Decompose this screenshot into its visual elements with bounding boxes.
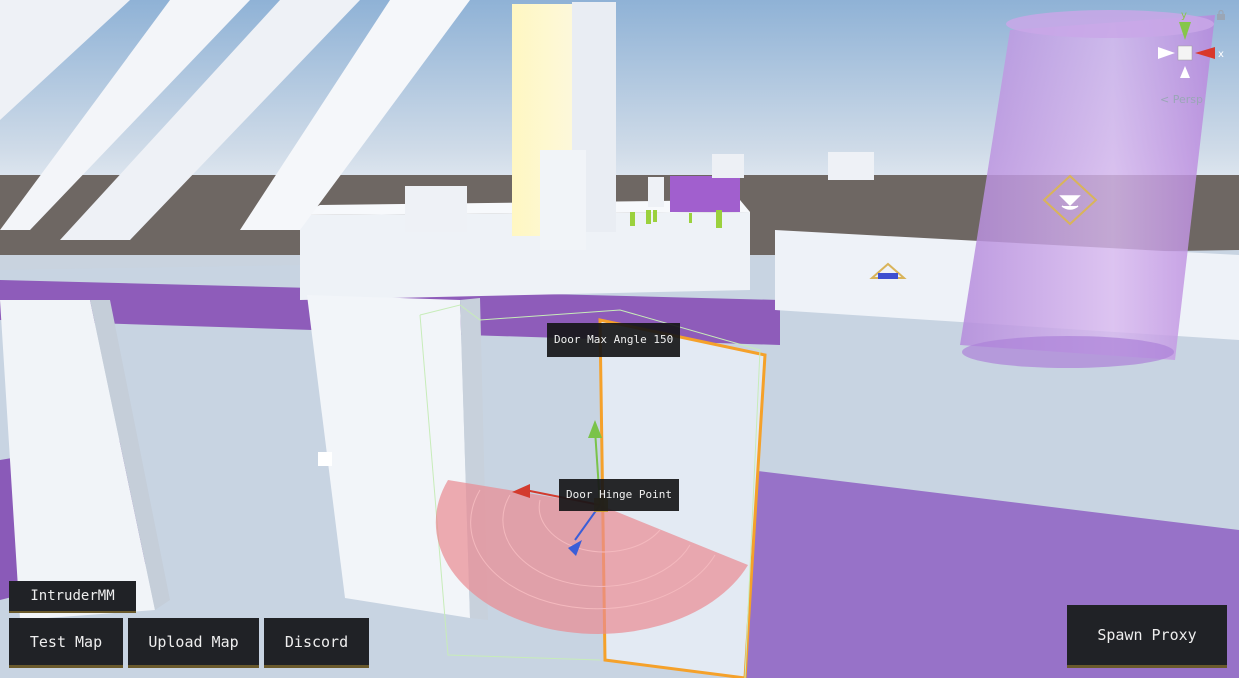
purple-crate: [670, 176, 740, 212]
green-prop: [689, 213, 692, 223]
projection-toggle[interactable]: < Persp: [1160, 93, 1203, 106]
crate: [405, 186, 467, 232]
map-name-label: IntruderMM: [9, 581, 136, 613]
wall-handle: [318, 452, 332, 466]
test-map-button[interactable]: Test Map: [9, 618, 123, 668]
spawn-cylinder-bottom: [962, 336, 1174, 368]
discord-button[interactable]: Discord: [264, 618, 369, 668]
crate: [828, 152, 874, 180]
green-prop: [630, 212, 635, 226]
green-prop: [653, 210, 657, 222]
spawn-proxy-button[interactable]: Spawn Proxy: [1067, 605, 1227, 668]
gizmo-x-label: x: [1218, 49, 1224, 60]
hinge-tooltip: Door Hinge Point: [559, 479, 679, 511]
crate: [712, 154, 744, 178]
white-block: [540, 150, 586, 250]
upload-map-button[interactable]: Upload Map: [128, 618, 259, 668]
green-prop: [716, 210, 722, 228]
spawn-marker-base: [878, 273, 898, 279]
green-prop: [646, 210, 651, 224]
gizmo-cube: [1177, 45, 1193, 61]
lock-icon[interactable]: [1216, 10, 1226, 20]
max-angle-tooltip: Door Max Angle 150: [547, 323, 681, 357]
crate: [648, 177, 664, 207]
gizmo-y-label: y: [1181, 10, 1187, 21]
